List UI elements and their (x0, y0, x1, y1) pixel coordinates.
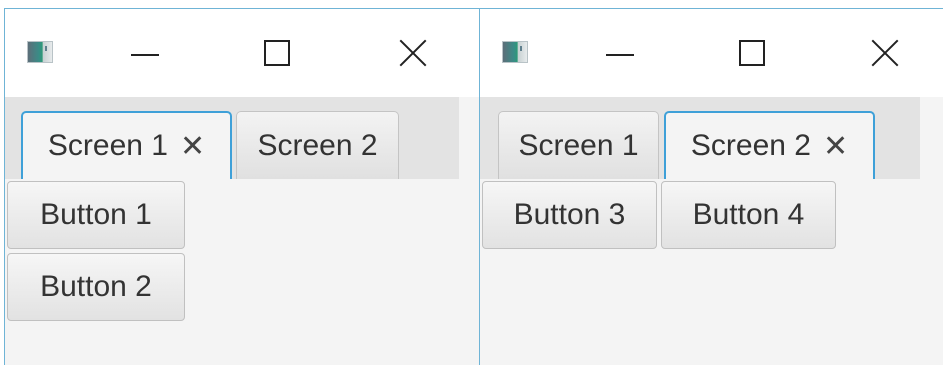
close-icon (399, 39, 427, 67)
maximize-button[interactable] (730, 37, 774, 69)
minimize-button[interactable] (598, 37, 642, 69)
tab-screen-1[interactable]: Screen 1 ✕ (21, 111, 232, 179)
tab-label: Screen 2 (690, 129, 811, 162)
maximize-icon (739, 40, 765, 66)
close-window-button[interactable] (863, 37, 907, 69)
app-icon (27, 41, 53, 63)
maximize-button[interactable] (255, 37, 299, 69)
title-bar (5, 9, 479, 97)
maximize-icon (264, 40, 290, 66)
tab-label: Screen 1 (518, 128, 639, 162)
tab-label: Screen 2 (257, 128, 378, 162)
button-2[interactable]: Button 2 (7, 253, 185, 321)
close-icon (871, 39, 899, 67)
tab-screen-1[interactable]: Screen 1 (498, 111, 659, 179)
tab-screen-2[interactable]: Screen 2 ✕ (664, 111, 875, 179)
window-left: Screen 1 ✕ Screen 2 Button 1 Button 2 (4, 8, 479, 365)
button-3[interactable]: Button 3 (482, 181, 657, 249)
window-right: Screen 1 Screen 2 ✕ Button 3 Button 4 (479, 8, 943, 365)
tab-label: Screen 1 (47, 129, 168, 162)
tab-close-icon[interactable]: ✕ (180, 129, 205, 164)
minimize-icon (606, 54, 634, 56)
tab-close-icon[interactable]: ✕ (823, 129, 848, 164)
minimize-button[interactable] (123, 37, 167, 69)
close-window-button[interactable] (391, 37, 435, 69)
button-1[interactable]: Button 1 (7, 181, 185, 249)
minimize-icon (131, 54, 159, 56)
app-icon (502, 41, 528, 63)
title-bar (480, 9, 943, 97)
button-4[interactable]: Button 4 (661, 181, 836, 249)
tab-screen-2[interactable]: Screen 2 (236, 111, 399, 179)
